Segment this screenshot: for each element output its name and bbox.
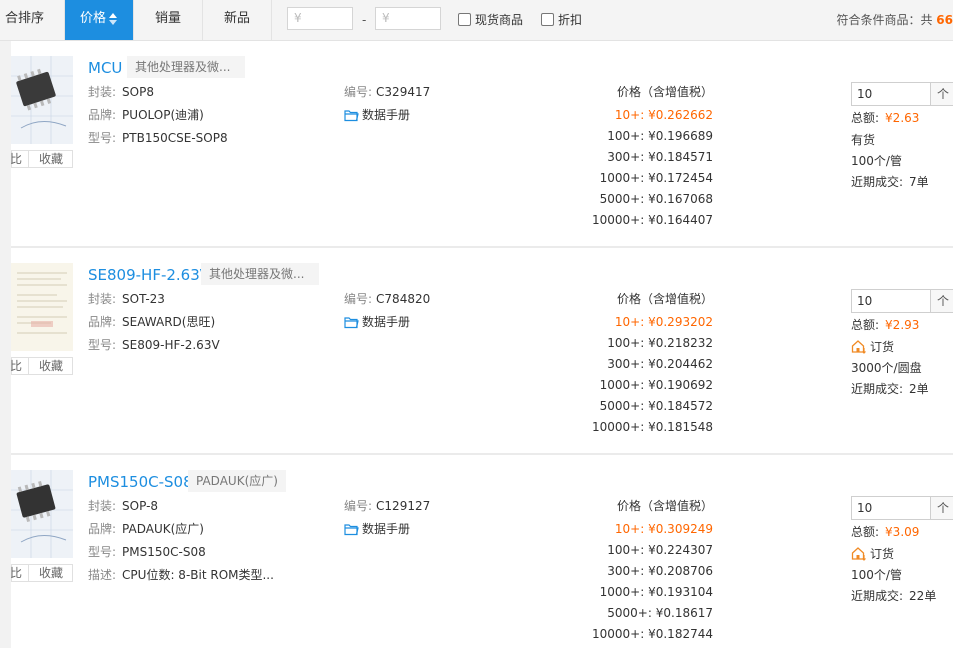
product-card: 比 收藏 MCU 其他处理器及微... 封装: SOP8 品牌: PUOLOP(迪浦… [10,41,953,246]
product-title-link[interactable]: PMS150C-S08 [88,472,193,492]
favorite-button[interactable]: 收藏 [28,358,63,374]
order-house-icon [851,547,866,561]
folder-icon [344,524,359,536]
stock-status: 订货 [851,545,894,563]
sort-sales-tab[interactable]: 销量 [134,0,203,40]
quantity-input[interactable]: 10 个 [851,289,953,313]
stock-status: 订货 [851,338,894,356]
quantity-input[interactable]: 10 个 [851,82,953,106]
price-title: 价格（含增值税） [616,499,713,513]
thumb-actions: 比 收藏 [10,150,73,168]
price-tier-row: 10+: ¥0.309249 [614,522,713,536]
description-attr: 描述: CPU位数: 8-Bit ROM类型... [88,568,274,582]
model-attr: 型号: PMS150C-S08 [88,545,206,559]
chip-sop8-image [11,56,73,144]
category-tag[interactable]: PADAUK(应广) [188,470,286,492]
price-tier-row: 10+: ¥0.293202 [614,315,713,329]
product-title-link[interactable]: MCU [88,58,122,78]
price-title: 价格（含增值税） [616,292,713,306]
price-range-dash: - [362,13,367,27]
discount-checkbox[interactable]: 折扣 [541,12,582,28]
folder-icon [344,110,359,122]
price-max-input[interactable]: ¥ [375,7,441,30]
price-tier-row: 100+: ¥0.196689 [607,129,713,143]
compare-button[interactable]: 比 [10,565,22,581]
order-house-icon [851,340,866,354]
price-tier-row: 5000+: ¥0.18617 [607,606,713,620]
quantity-input[interactable]: 10 个 [851,496,953,520]
packing-info: 100个/管 [851,568,902,582]
product-card: 比 收藏 PMS150C-S08 PADAUK(应广) 封装: SOP-8 品牌:… [10,455,953,648]
packing-info: 100个/管 [851,154,902,168]
chip-sop8-image [11,470,73,558]
brand-attr: 品牌: PADAUK(应广) [88,522,204,536]
qty-unit: 个 [930,290,953,312]
sort-new-tab[interactable]: 新品 [203,0,272,40]
sort-filter-toolbar: 合排序 价格 销量 新品 ¥ - ¥ 现货商品 折扣 符合条件商品：共 66 [0,0,953,41]
price-tier-row: 10000+: ¥0.181548 [591,420,713,434]
brand-attr: 品牌: PUOLOP(迪浦) [88,108,204,122]
datasheet-link[interactable]: 数据手册 [344,313,410,331]
total-amount: 总额: ¥3.09 [851,525,920,539]
price-tier-row: 300+: ¥0.184571 [607,150,713,164]
sort-price-tab[interactable]: 价格 [65,0,134,40]
checkbox-icon [458,13,471,26]
datasheet-link[interactable]: 数据手册 [344,520,410,538]
compare-button[interactable]: 比 [10,151,22,167]
price-tier-row: 10000+: ¥0.182744 [591,627,713,641]
category-tag[interactable]: 其他处理器及微... [201,263,319,285]
product-code: 编号: C784820 [344,292,431,306]
package-attr: 封装: SOT-23 [88,292,165,306]
price-tier-row: 100+: ¥0.224307 [607,543,713,557]
price-tier-row: 100+: ¥0.218232 [607,336,713,350]
favorite-button[interactable]: 收藏 [28,565,63,581]
product-code: 编号: C329417 [344,85,431,99]
checkbox-icon [541,13,554,26]
sort-combined-tab[interactable]: 合排序 [0,0,65,40]
sort-toggle-icon [108,11,118,27]
price-tier-row: 1000+: ¥0.190692 [599,378,713,392]
compare-button[interactable]: 比 [10,358,22,374]
recent-deals: 近期成交: 22单 [851,589,937,603]
price-title: 价格（含增值税） [616,85,713,99]
category-tag[interactable]: 其他处理器及微... [127,56,245,78]
total-amount: 总额: ¥2.63 [851,111,920,125]
qty-unit: 个 [930,83,953,105]
result-count: 符合条件商品：共 66 [836,13,953,27]
packing-info: 3000个/圆盘 [851,361,922,375]
price-tier-row: 5000+: ¥0.184572 [599,399,713,413]
thumb-actions: 比 收藏 [10,357,73,375]
stock-status: 有货 [851,133,876,147]
product-card: 比 收藏 SE809-HF-2.63V 其他处理器及微... 封装: SOT-23… [10,248,953,453]
folder-icon [344,317,359,329]
product-title-link[interactable]: SE809-HF-2.63V [88,265,210,285]
favorite-button[interactable]: 收藏 [28,151,63,167]
price-min-input[interactable]: ¥ [287,7,353,30]
price-tier-row: 1000+: ¥0.193104 [599,585,713,599]
price-tier-row: 10+: ¥0.262662 [614,108,713,122]
price-tier-row: 300+: ¥0.204462 [607,357,713,371]
price-tier-row: 300+: ¥0.208706 [607,564,713,578]
total-amount: 总额: ¥2.93 [851,318,920,332]
qty-unit: 个 [930,497,953,519]
product-code: 编号: C129127 [344,499,431,513]
recent-deals: 近期成交: 2单 [851,382,929,396]
model-attr: 型号: SE809-HF-2.63V [88,338,220,352]
package-attr: 封装: SOP-8 [88,499,159,513]
package-attr: 封装: SOP8 [88,85,154,99]
in-stock-checkbox[interactable]: 现货商品 [458,12,523,28]
product-image[interactable] [11,470,73,558]
product-image[interactable] [11,263,73,351]
datasheet-page-image [11,263,73,351]
thumb-actions: 比 收藏 [10,564,73,582]
datasheet-link[interactable]: 数据手册 [344,106,410,124]
brand-attr: 品牌: SEAWARD(思旺) [88,315,216,329]
product-image[interactable] [11,56,73,144]
model-attr: 型号: PTB150CSE-SOP8 [88,131,228,145]
recent-deals: 近期成交: 7单 [851,175,929,189]
price-tier-row: 10000+: ¥0.164407 [591,213,713,227]
price-tier-row: 1000+: ¥0.172454 [599,171,713,185]
price-tier-row: 5000+: ¥0.167068 [599,192,713,206]
